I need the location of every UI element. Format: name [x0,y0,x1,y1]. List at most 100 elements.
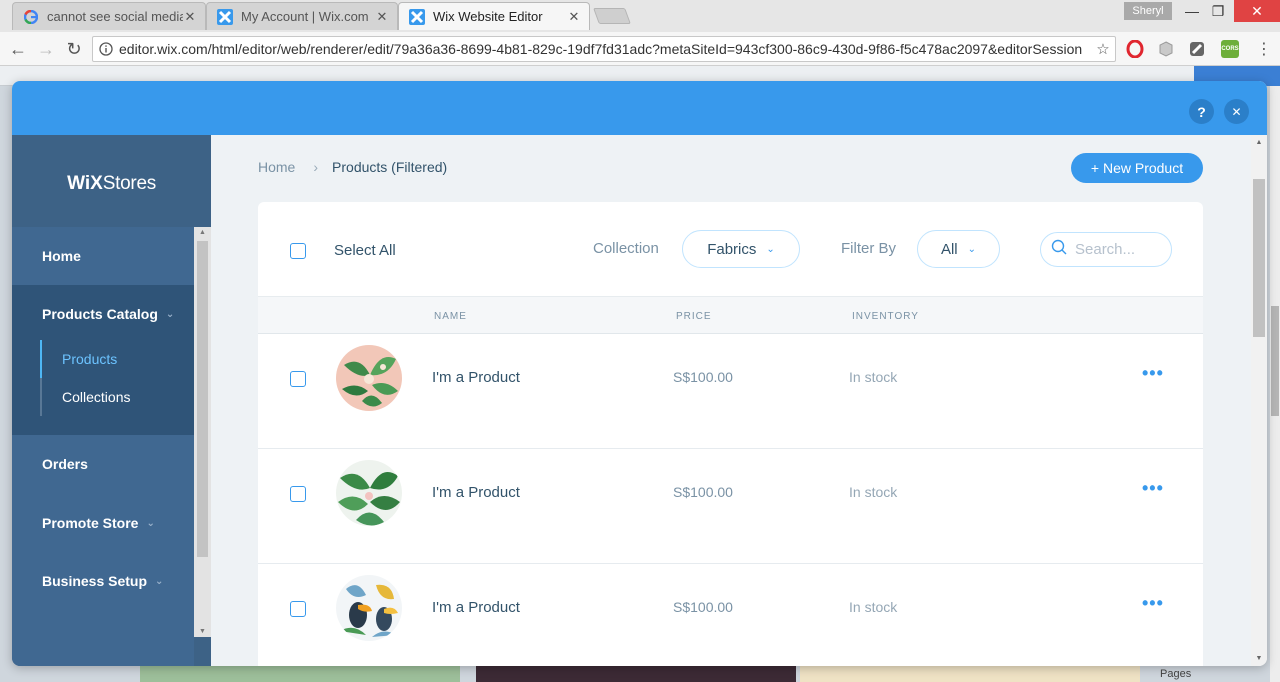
tab-close-icon[interactable]: ✕ [375,9,389,25]
sidebar-item-label: Orders [42,456,88,472]
bookmark-star-icon[interactable]: ☆ [1091,40,1115,58]
profile-badge[interactable]: Sheryl [1124,2,1172,20]
close-dialog-button[interactable]: ✕ [1224,99,1249,124]
tab-title: My Account | Wix.com [241,9,369,24]
chevron-down-icon: ⌄ [165,308,175,320]
table-row[interactable]: I'm a Product S$100.00 In stock ••• [258,334,1203,449]
breadcrumb-home[interactable]: Home [258,159,295,175]
more-actions-icon[interactable]: ••• [1142,478,1164,499]
row-checkbox[interactable] [290,371,306,387]
browser-menu-icon[interactable]: ⋮ [1252,37,1276,61]
sidebar-item-label: Promote Store [42,515,139,531]
scroll-up-icon[interactable]: ▲ [1251,139,1267,146]
logo-stores: Stores [102,173,156,194]
wix-stores-dialog: ? ✕ WiXStores Home Products Catalog ⌄ Pr… [12,81,1267,666]
url-text: editor.wix.com/html/editor/web/renderer/… [119,41,1083,57]
product-price: S$100.00 [673,484,733,500]
product-inventory: In stock [849,599,898,615]
help-button[interactable]: ? [1189,99,1214,124]
scrollbar-thumb[interactable] [1253,179,1265,337]
wix-stores-logo: WiXStores [12,173,211,195]
scrollbar-thumb[interactable] [197,241,208,557]
sidebar-item-label: Business Setup [42,573,148,589]
search-icon [1051,239,1067,260]
cors-extension-icon[interactable]: CORS [1221,40,1239,58]
column-header-name[interactable]: NAME [434,311,467,322]
forward-arrow-icon[interactable]: → [34,37,58,61]
product-price: S$100.00 [673,369,733,385]
select-all-checkbox[interactable] [290,243,306,259]
tab-close-icon[interactable]: ✕ [183,9,197,25]
sidebar-subitem-collections[interactable]: Collections [40,378,130,416]
browser-tab-google[interactable]: cannot see social media ✕ [12,2,206,30]
info-icon[interactable] [93,42,119,56]
browser-tab-my-account[interactable]: My Account | Wix.com ✕ [206,2,398,30]
product-name[interactable]: I'm a Product [432,599,520,616]
extension-page-icon[interactable] [1188,40,1206,58]
more-actions-icon[interactable]: ••• [1142,593,1164,614]
search-box[interactable] [1040,232,1172,267]
table-row[interactable]: I'm a Product S$100.00 In stock ••• [258,449,1203,564]
google-icon [23,9,39,25]
scrollbar-thumb[interactable] [1271,306,1279,416]
row-checkbox[interactable] [290,601,306,617]
maximize-icon[interactable]: ❐ [1202,0,1234,22]
products-catalog-section: Products Catalog ⌄ Products Collections [12,285,194,435]
row-checkbox[interactable] [290,486,306,502]
filter-by-label: Filter By [841,240,897,257]
browser-tab-wix-editor[interactable]: Wix Website Editor ✕ [398,2,590,30]
stores-sidebar: WiXStores Home Products Catalog ⌄ Produc… [12,135,211,666]
product-name[interactable]: I'm a Product [432,369,520,386]
logo-wix: WiX [67,173,103,194]
content-scrollbar[interactable]: ▲ ▼ [1251,135,1267,666]
filter-value: All [940,240,958,258]
scroll-up-icon[interactable]: ▲ [194,229,211,236]
column-header-price[interactable]: PRICE [676,311,712,322]
tab-title: Wix Website Editor [433,9,543,24]
more-actions-icon[interactable]: ••• [1142,363,1164,384]
select-all-label[interactable]: Select All [334,242,396,259]
search-input[interactable] [1075,241,1161,258]
sidebar-item-promote-store[interactable]: Promote Store ⌄ [12,494,194,552]
extension-cube-icon[interactable] [1157,40,1175,58]
page-scrollbar[interactable] [1270,86,1280,682]
filter-by-dropdown[interactable]: All ⌄ [917,230,1000,268]
table-header: NAME PRICE INVENTORY [258,296,1203,334]
window-close-icon[interactable]: ✕ [1234,0,1280,22]
sidebar-scrollbar[interactable]: ▲ ▼ [194,227,211,637]
tab-title: cannot see social media [47,9,183,24]
product-inventory: In stock [849,369,898,385]
table-row[interactable]: I'm a Product S$100.00 In stock ••• [258,564,1203,666]
browser-tab-strip: cannot see social media ✕ My Account | W… [0,0,1280,32]
product-thumbnail[interactable] [336,575,402,641]
scroll-down-icon[interactable]: ▼ [194,628,211,635]
sidebar-item-business-setup[interactable]: Business Setup ⌄ [12,552,194,610]
address-bar[interactable]: editor.wix.com/html/editor/web/renderer/… [92,36,1116,62]
sidebar-item-home[interactable]: Home [12,227,194,285]
product-thumbnail[interactable] [336,345,402,411]
collection-dropdown[interactable]: Fabrics ⌄ [682,230,800,268]
new-product-button[interactable]: + New Product [1071,153,1203,183]
reload-icon[interactable]: ↻ [62,37,86,61]
collection-label: Collection [593,240,659,257]
scroll-down-icon[interactable]: ▼ [1251,655,1267,662]
dialog-header: ? ✕ [12,81,1267,135]
back-arrow-icon[interactable]: ← [6,37,30,61]
sidebar-item-label: Products Catalog [42,306,158,322]
opera-icon[interactable] [1126,39,1144,59]
pages-label[interactable]: Pages [1160,668,1191,680]
product-name[interactable]: I'm a Product [432,484,520,501]
wix-icon [409,8,425,25]
collection-value: Fabrics [707,240,757,258]
product-thumbnail[interactable] [336,460,402,526]
tab-close-icon[interactable]: ✕ [567,9,581,25]
products-table-card: Select All Collection Fabrics ⌄ Filter B… [258,202,1203,666]
sidebar-subitem-products[interactable]: Products [40,340,117,378]
chevron-down-icon: ⌄ [146,517,155,529]
new-tab-button[interactable] [593,8,631,24]
sidebar-item-orders[interactable]: Orders [12,435,194,493]
chevron-down-icon: ⌄ [766,243,775,255]
browser-toolbar: ← → ↻ editor.wix.com/html/editor/web/ren… [0,32,1280,66]
column-header-inventory[interactable]: INVENTORY [852,311,919,322]
sidebar-item-products-catalog[interactable]: Products Catalog ⌄ [12,285,194,343]
